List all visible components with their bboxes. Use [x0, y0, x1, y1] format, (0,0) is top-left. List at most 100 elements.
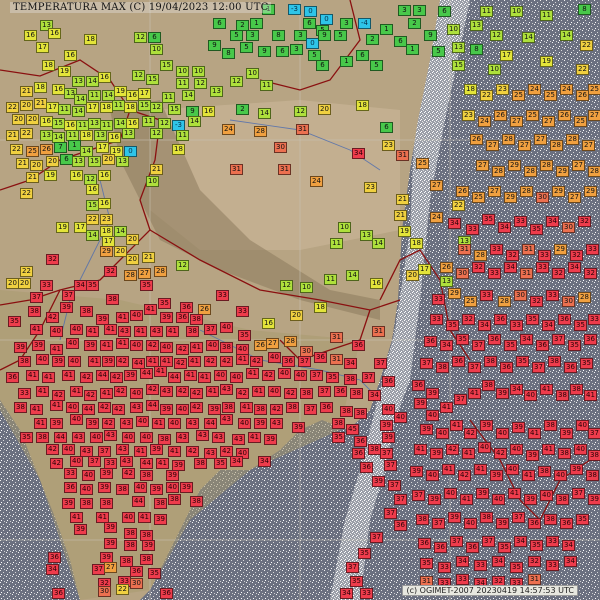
station-temperature-label: 41	[100, 340, 113, 351]
station-temperature-label: 12	[280, 280, 293, 291]
station-temperature-label: 12	[150, 102, 163, 113]
station-temperature-label: 33	[18, 388, 31, 399]
station-temperature-label: 16	[24, 30, 37, 41]
station-temperature-label: 37	[450, 536, 463, 547]
station-temperature-label: 15	[88, 156, 101, 167]
station-temperature-label: 38	[482, 380, 495, 391]
station-temperature-label: 35	[516, 356, 529, 367]
station-temperature-label: 40	[506, 464, 519, 475]
station-temperature-label: 42	[116, 356, 129, 367]
station-temperature-label: 36	[564, 362, 577, 373]
station-temperature-label: 9	[318, 30, 331, 41]
station-temperature-label: 32	[584, 268, 597, 279]
station-temperature-label: 44	[204, 418, 217, 429]
station-temperature-label: 19	[58, 66, 71, 77]
station-temperature-label: 33	[546, 536, 559, 547]
station-temperature-label: 39	[264, 434, 277, 445]
station-temperature-label: 37	[454, 394, 467, 405]
station-temperature-label: 33	[474, 560, 487, 571]
station-temperature-label: 34	[498, 222, 511, 233]
station-temperature-label: 18	[464, 84, 477, 95]
station-temperature-label: 41	[198, 372, 211, 383]
station-temperature-label: 43	[212, 432, 225, 443]
station-temperature-label: 42	[114, 386, 127, 397]
station-temperature-label: 38	[190, 314, 203, 325]
station-temperature-label: 18	[84, 34, 97, 45]
station-temperature-label: 16	[108, 132, 121, 143]
station-temperature-label: 27	[518, 140, 531, 151]
station-temperature-label: 6	[213, 18, 226, 29]
station-temperature-label: 36	[334, 386, 347, 397]
station-temperature-label: 14	[372, 238, 385, 249]
station-temperature-label: 27	[138, 268, 151, 279]
station-temperature-label: 36	[488, 334, 501, 345]
station-temperature-label: 41	[246, 368, 259, 379]
station-temperature-label: 16	[86, 184, 99, 195]
station-temperature-label: 42	[176, 344, 189, 355]
station-temperature-label: 42	[190, 388, 203, 399]
station-temperature-label: 34	[456, 556, 469, 567]
station-temperature-label: 36	[352, 340, 365, 351]
station-temperature-label: 37	[482, 536, 495, 547]
station-temperature-label: 40	[136, 416, 149, 427]
station-temperature-label: 40	[134, 482, 147, 493]
station-temperature-label: 34	[568, 262, 581, 273]
station-temperature-label: 39	[420, 424, 433, 435]
station-temperature-label: 31	[528, 574, 541, 585]
station-temperature-label: 26	[494, 110, 507, 121]
station-temperature-label: 38	[480, 512, 493, 523]
station-temperature-label: 40	[464, 518, 477, 529]
station-temperature-label: 39	[476, 488, 489, 499]
station-temperature-label: 34	[478, 320, 491, 331]
station-temperature-label: 20	[30, 160, 43, 171]
station-temperature-label: 31	[296, 124, 309, 135]
station-temperature-label: 35	[20, 432, 33, 443]
station-temperature-label: 8	[222, 48, 235, 59]
station-temperature-label: 35	[420, 558, 433, 569]
station-temperature-label: 44	[168, 372, 181, 383]
station-temperature-label: 41	[104, 324, 117, 335]
station-temperature-label: 33	[510, 320, 523, 331]
station-temperature-label: 5	[370, 60, 383, 71]
station-temperature-label: 38	[340, 406, 353, 417]
station-temperature-label: 38	[558, 448, 571, 459]
station-temperature-label: 3	[398, 5, 411, 16]
station-temperature-label: 6	[276, 46, 289, 57]
station-temperature-label: 36	[6, 372, 19, 383]
station-temperature-label: 39	[166, 470, 179, 481]
station-temperature-label: 28	[520, 186, 533, 197]
station-temperature-label: 31	[330, 332, 343, 343]
station-temperature-label: 13	[470, 20, 483, 31]
station-temperature-label: 41	[190, 342, 203, 353]
station-temperature-label: 39	[480, 420, 493, 431]
station-temperature-label: 32	[530, 296, 543, 307]
station-temperature-label: 36	[382, 376, 395, 387]
station-temperature-label: 35	[530, 224, 543, 235]
station-temperature-label: 41	[50, 344, 63, 355]
station-temperature-label: 40	[478, 442, 491, 453]
station-temperature-label: 30	[536, 192, 549, 203]
station-temperature-label: 34	[368, 390, 381, 401]
station-temperature-label: 43	[220, 414, 233, 425]
station-temperature-label: 20	[26, 114, 39, 125]
station-temperature-label: 43	[104, 430, 117, 441]
station-temperature-label: 34	[344, 358, 357, 369]
station-temperature-label: 36	[558, 314, 571, 325]
station-temperature-label: 38	[548, 356, 561, 367]
station-temperature-label: 41	[156, 458, 169, 469]
station-temperature-label: 2	[408, 18, 421, 29]
station-temperature-label: 26	[558, 110, 571, 121]
station-temperature-label: 33	[360, 588, 373, 599]
station-temperature-label: 22	[20, 266, 33, 277]
station-temperature-label: 43	[120, 418, 133, 429]
station-temperature-label: -3	[288, 4, 301, 15]
station-temperature-label: 41	[184, 370, 197, 381]
station-temperature-label: 41	[252, 386, 265, 397]
station-temperature-label: 38	[570, 384, 583, 395]
station-temperature-label: 18	[172, 144, 185, 155]
station-temperature-label: 28	[578, 292, 591, 303]
station-temperature-label: 22	[116, 584, 129, 595]
station-temperature-label: 22	[580, 40, 593, 51]
station-temperature-label: 43	[186, 418, 199, 429]
station-temperature-label: 36	[466, 542, 479, 553]
